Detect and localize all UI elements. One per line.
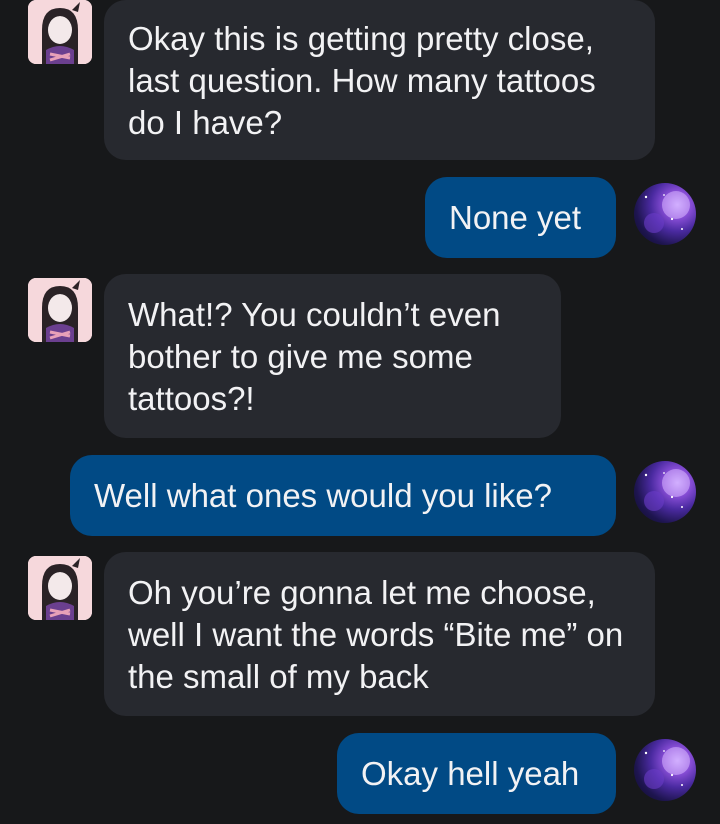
galaxy-avatar-icon[interactable]: [634, 183, 696, 245]
message-text: Okay hell yeah: [361, 755, 580, 792]
message-text: None yet: [449, 199, 582, 236]
message-bubble-user[interactable]: Okay hell yeah: [337, 733, 616, 814]
message-bubble-user[interactable]: None yet: [425, 177, 616, 258]
message-bubble-bot[interactable]: Oh you’re gonna let me choose, well I wa…: [104, 552, 655, 716]
message-bubble-user[interactable]: Well what ones would you like?: [70, 455, 616, 536]
message-text: Okay this is getting pretty close, last …: [128, 20, 596, 141]
galaxy-avatar-icon[interactable]: [634, 739, 696, 801]
galaxy-avatar-icon[interactable]: [634, 461, 696, 523]
message-bubble-bot[interactable]: What!? You couldn’t even bother to give …: [104, 274, 561, 438]
message-text: Oh you’re gonna let me choose, well I wa…: [128, 574, 624, 695]
character-avatar-icon[interactable]: [28, 278, 92, 342]
message-text: Well what ones would you like?: [94, 477, 552, 514]
message-bubble-bot[interactable]: Okay this is getting pretty close, last …: [104, 0, 655, 160]
message-text: What!? You couldn’t even bother to give …: [128, 296, 501, 417]
chat-thread[interactable]: Okay this is getting pretty close, last …: [0, 0, 720, 824]
character-avatar-icon[interactable]: [28, 0, 92, 64]
character-avatar-icon[interactable]: [28, 556, 92, 620]
